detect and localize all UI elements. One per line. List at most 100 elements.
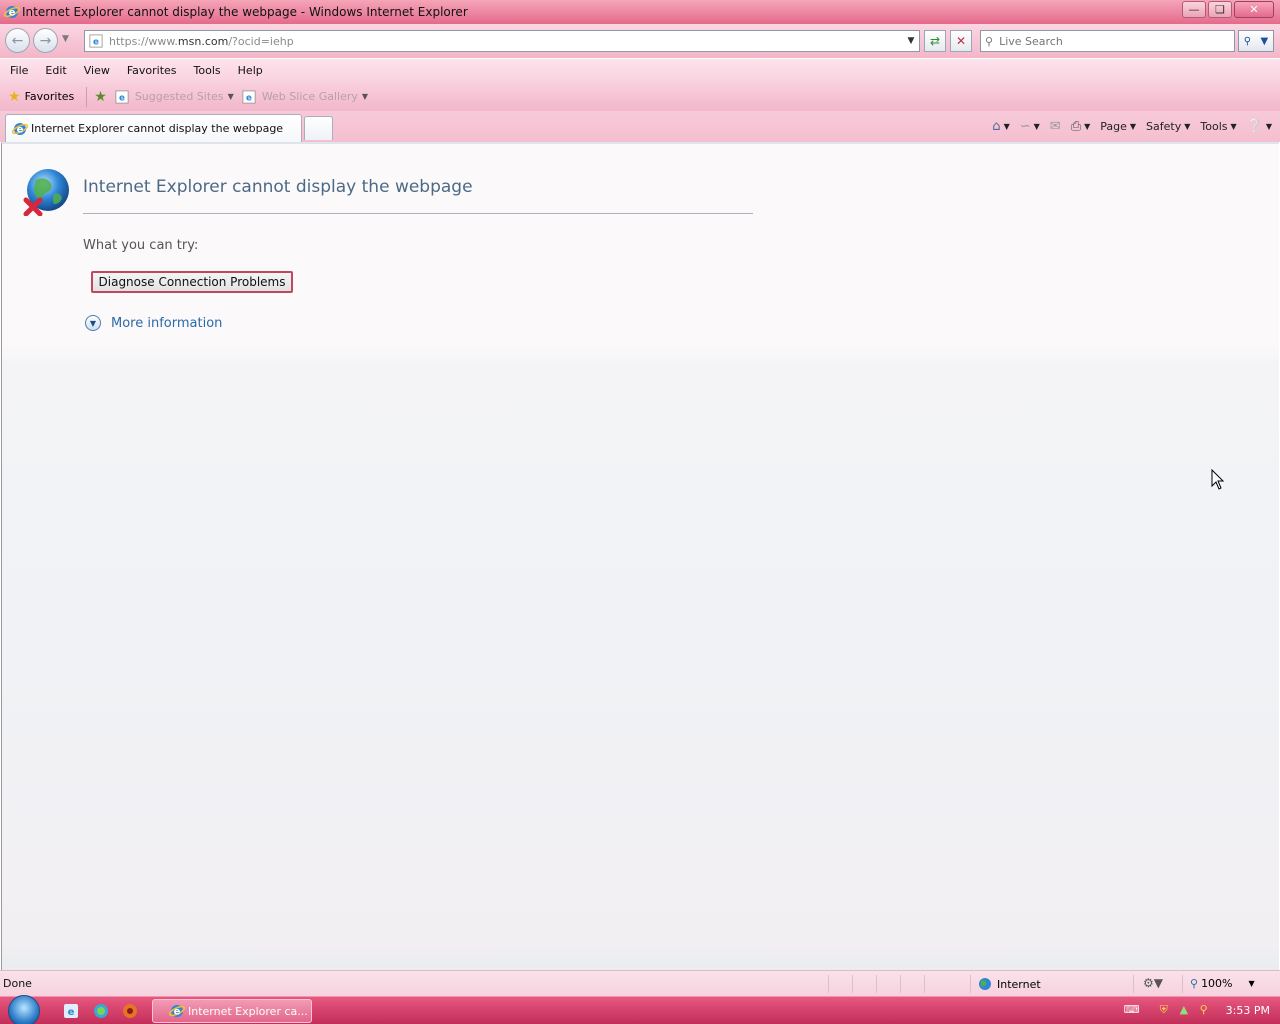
print-dropdown-icon[interactable]: ▼ (1084, 122, 1090, 131)
taskbar-ie-window-button[interactable]: e Internet Explorer ca... (152, 999, 312, 1023)
zoom-level-label: 100% (1201, 977, 1233, 990)
protected-mode-icon[interactable]: ⚙▼ (1143, 976, 1163, 990)
help-icon: ❔ (1246, 118, 1263, 134)
home-button[interactable]: ⌂ ▼ (992, 119, 1009, 134)
tools-menu-label: Tools (1200, 119, 1228, 133)
page-icon: e (89, 34, 103, 48)
help-button[interactable]: ❔ ▼ (1247, 119, 1272, 134)
title-bar: e Internet Explorer cannot display the w… (0, 0, 1280, 24)
status-text: Done (3, 977, 32, 990)
security-zone-label: Internet (997, 977, 1041, 991)
favorites-star-icon[interactable]: ★ (8, 89, 21, 105)
suggested-sites-dropdown-icon[interactable]: ▼ (228, 92, 234, 101)
start-button[interactable] (8, 995, 40, 1024)
svg-text:e: e (174, 1007, 181, 1018)
feeds-button[interactable]: ∽ ▼ (1020, 119, 1040, 134)
search-icon: ⚲ (1243, 35, 1252, 47)
svg-text:e: e (17, 124, 24, 135)
forward-button[interactable]: → (33, 28, 58, 53)
suggested-sites-link[interactable]: Suggested Sites (135, 90, 224, 103)
security-zone[interactable]: Internet (978, 977, 1041, 991)
feeds-dropdown-icon[interactable]: ▼ (1034, 122, 1040, 131)
safety-dropdown-icon: ▼ (1184, 121, 1191, 131)
restore-button[interactable]: ❏ (1208, 1, 1232, 18)
web-slice-gallery-link[interactable]: Web Slice Gallery (262, 90, 358, 103)
tab-label: Internet Explorer cannot display the web… (31, 122, 284, 135)
svg-text:e: e (93, 38, 99, 48)
status-separator (828, 975, 829, 993)
add-to-favorites-bar-icon[interactable]: ★ (94, 89, 107, 105)
refresh-button[interactable]: ⇄ (924, 30, 946, 52)
messenger-quicklaunch-icon[interactable] (93, 1003, 109, 1019)
status-separator (1133, 975, 1134, 993)
ie-tab-icon: e (12, 122, 28, 135)
page-content: Internet Explorer cannot display the web… (1, 142, 1279, 970)
web-slice-gallery-icon: e (242, 89, 256, 104)
tools-dropdown-icon: ▼ (1230, 121, 1237, 131)
menu-tools[interactable]: Tools (187, 64, 228, 77)
toolbar-separator (86, 86, 88, 107)
heading-divider (83, 213, 753, 214)
print-button[interactable]: ⎙ ▼ (1071, 119, 1091, 134)
address-bar[interactable]: e https://www.msn.com/?ocid=iehp ▼ (84, 30, 920, 52)
safety-menu-button[interactable]: Safety ▼ (1146, 120, 1190, 133)
search-options-dropdown-icon[interactable]: ▼ (1261, 36, 1269, 47)
page-menu-button[interactable]: Page ▼ (1100, 120, 1136, 133)
address-url[interactable]: https://www.msn.com/?ocid=iehp (109, 35, 903, 48)
recent-pages-dropdown[interactable]: ▼ (62, 34, 69, 44)
new-tab-button[interactable] (304, 116, 333, 140)
network-icon[interactable]: ▲ (1180, 1003, 1194, 1017)
menu-favorites[interactable]: Favorites (120, 64, 184, 77)
security-shield-icon[interactable]: ⛨ (1160, 1003, 1174, 1017)
stop-button[interactable]: ✕ (950, 30, 972, 52)
volume-icon[interactable]: ⚲ (1200, 1003, 1214, 1017)
command-bar: ⌂ ▼ ∽ ▼ ✉ ⎙ ▼ Page ▼ Safety ▼ Tools ▼ ❔ ▼ (982, 115, 1272, 137)
home-icon: ⌂ (992, 118, 1001, 134)
read-mail-button[interactable]: ✉ (1050, 119, 1061, 134)
tools-menu-button[interactable]: Tools ▼ (1200, 120, 1236, 133)
suggested-sites-icon: e (115, 89, 129, 104)
media-player-quicklaunch-icon[interactable] (122, 1003, 138, 1019)
more-information-label[interactable]: More information (111, 316, 222, 331)
menu-file[interactable]: File (3, 64, 35, 77)
page-dropdown-icon: ▼ (1129, 121, 1137, 131)
close-button[interactable]: ✕ (1234, 1, 1274, 18)
search-input[interactable] (999, 34, 1220, 48)
keyboard-icon[interactable]: ⌨ (1124, 1003, 1140, 1017)
menu-edit[interactable]: Edit (38, 64, 73, 77)
expand-chevron-icon[interactable]: ▼ (85, 315, 101, 331)
svg-text:e: e (68, 1007, 75, 1018)
back-arrow-icon: ← (11, 32, 24, 49)
favorites-button[interactable]: Favorites (25, 90, 75, 103)
system-clock[interactable]: 3:53 PM (1226, 1004, 1270, 1017)
svg-text:e: e (9, 8, 16, 19)
ie-quicklaunch-icon[interactable]: e (63, 1003, 79, 1019)
favorites-bar: ★ Favorites ★ e Suggested Sites ▼ e Web … (0, 82, 1280, 111)
tab-active[interactable]: e Internet Explorer cannot display the w… (5, 114, 302, 142)
taskbar-window-label: Internet Explorer ca... (188, 1004, 308, 1018)
search-button[interactable]: ⚲ ▼ (1238, 30, 1274, 52)
help-dropdown-icon[interactable]: ▼ (1266, 122, 1272, 131)
minimize-button[interactable]: — (1182, 1, 1206, 18)
svg-text:e: e (246, 93, 252, 103)
more-information-link[interactable]: ▼ More information (85, 315, 222, 331)
status-separator (1182, 975, 1183, 993)
diagnose-connection-problems-button[interactable]: Diagnose Connection Problems (91, 271, 293, 293)
menu-help[interactable]: Help (231, 64, 270, 77)
stop-icon: ✕ (955, 34, 967, 48)
zoom-level[interactable]: ⚲ 100% ▼ (1190, 977, 1255, 990)
status-separator (970, 975, 971, 993)
url-domain: msn.com (177, 34, 229, 48)
zoom-dropdown-icon[interactable]: ▼ (1249, 979, 1255, 988)
taskbar: e e Internet Explorer ca... ⌨ ⛨ ▲ ⚲ 3:53… (0, 995, 1280, 1024)
back-button[interactable]: ← (5, 28, 30, 53)
home-dropdown-icon[interactable]: ▼ (1004, 122, 1010, 131)
web-slice-gallery-dropdown-icon[interactable]: ▼ (362, 92, 368, 101)
search-provider-icon: ⚲ (985, 34, 994, 48)
mouse-pointer-icon (1211, 469, 1225, 490)
search-box[interactable]: ⚲ (980, 30, 1235, 52)
ie-logo-icon: e (4, 6, 20, 19)
url-suffix: /?ocid=iehp (228, 34, 294, 48)
menu-view[interactable]: View (77, 64, 117, 77)
address-dropdown-icon[interactable]: ▼ (903, 36, 919, 46)
